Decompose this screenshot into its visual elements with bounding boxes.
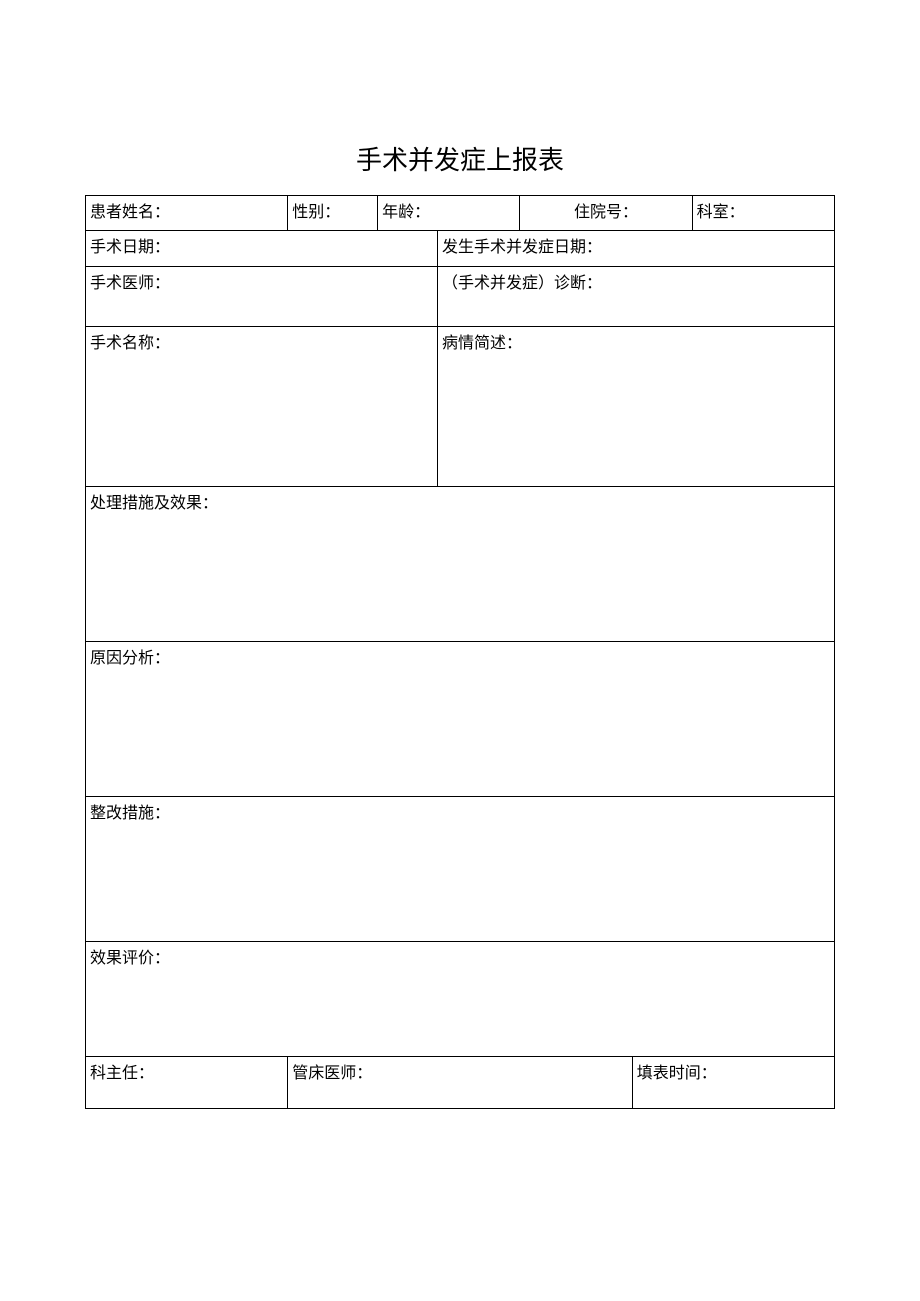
department-cell: 科室： (692, 196, 834, 231)
signature-row: 科主任： 管床医师： 填表时间： (86, 1056, 835, 1108)
form-title: 手术并发症上报表 (85, 140, 835, 177)
surgery-name-cell: 手术名称： (86, 326, 438, 486)
effect-evaluation-cell: 效果评价： (86, 941, 835, 1056)
attending-physician-cell: 管床医师： (288, 1056, 633, 1108)
complication-date-cell: 发生手术并发症日期： (438, 231, 835, 266)
surgery-date-row: 手术日期： 发生手术并发症日期： (86, 231, 835, 266)
age-cell: 年龄： (378, 196, 520, 231)
form-date-cell: 填表时间： (632, 1056, 834, 1108)
surgeon-cell: 手术医师： (86, 266, 438, 326)
gender-cell: 性别： (288, 196, 378, 231)
condition-summary-cell: 病情简述： (438, 326, 835, 486)
surgeon-row: 手术医师： （手术并发症）诊断： (86, 266, 835, 326)
patient-name-cell: 患者姓名： (86, 196, 288, 231)
corrective-actions-cell: 整改措施： (86, 796, 835, 941)
cause-analysis-cell: 原因分析： (86, 641, 835, 796)
measures-effects-cell: 处理措施及效果： (86, 486, 835, 641)
corrective-actions-row: 整改措施： (86, 796, 835, 941)
patient-info-row: 患者姓名： 性别： 年龄： 住院号： 科室： (86, 196, 835, 231)
effect-evaluation-row: 效果评价： (86, 941, 835, 1056)
surgery-date-cell: 手术日期： (86, 231, 438, 266)
report-form-table: 患者姓名： 性别： 年龄： 住院号： 科室： 手术日期： 发生手术并发症日期： … (85, 195, 835, 1109)
surgery-name-row: 手术名称： 病情简述： (86, 326, 835, 486)
dept-director-cell: 科主任： (86, 1056, 288, 1108)
diagnosis-cell: （手术并发症）诊断： (438, 266, 835, 326)
hospital-no-cell: 住院号： (520, 196, 692, 231)
measures-row: 处理措施及效果： (86, 486, 835, 641)
cause-analysis-row: 原因分析： (86, 641, 835, 796)
